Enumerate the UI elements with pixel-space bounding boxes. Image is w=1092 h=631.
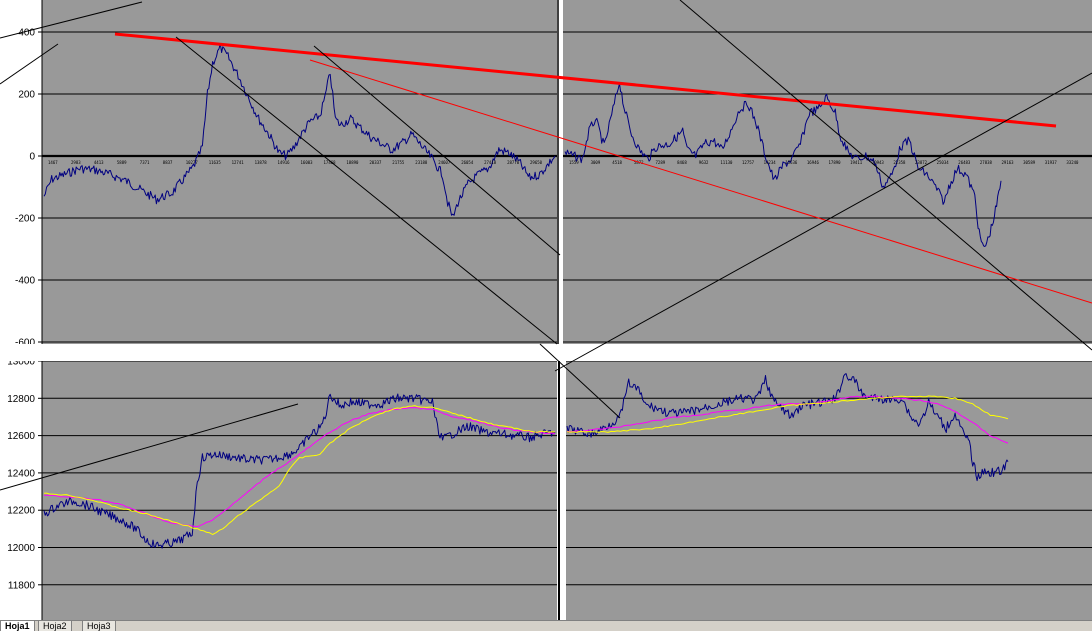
bottom-y-tick-label: 12600	[7, 431, 35, 442]
bottom-y-tick-label: 12400	[7, 468, 35, 479]
panel-gap	[0, 344, 1092, 361]
top-right-x-tick-label: 25034	[937, 160, 950, 165]
top-right-x-tick-label: 26483	[958, 160, 971, 165]
top-y-tick-label: 200	[18, 90, 35, 101]
bottom-y-tick-label: 12000	[7, 543, 35, 554]
top-right-x-tick-label: 4518	[612, 160, 622, 165]
top-y-tick-label: -400	[15, 276, 35, 287]
top-right-x-tick-label: 8468	[677, 160, 687, 165]
top-right-x-tick-label: 29163	[1002, 160, 1015, 165]
bottom-left-plot-area	[42, 361, 557, 620]
top-right-x-tick-label: 3009	[591, 160, 601, 165]
top-right-x-tick-label: 17890	[829, 160, 842, 165]
top-right-plot-area	[563, 0, 1092, 344]
sheet-tab-bar: Hoja1 Hoja2 Hoja3	[0, 620, 1092, 631]
top-right-x-tick-label: 7289	[656, 160, 666, 165]
top-right-x-tick-label: 27838	[980, 160, 993, 165]
top-right-x-tick-label: 30589	[1023, 160, 1036, 165]
top-left-x-tick-label: 26054	[461, 160, 474, 165]
top-left-x-tick-label: 10277	[186, 160, 199, 165]
top-right-x-tick-label: 33240	[1066, 160, 1079, 165]
top-right-x-tick-label: 31937	[1045, 160, 1058, 165]
top-left-x-tick-label: 18890	[346, 160, 359, 165]
top-left-x-tick-label: 4413	[94, 160, 104, 165]
top-left-x-tick-label: 7371	[140, 160, 150, 165]
top-left-x-tick-label: 29650	[530, 160, 543, 165]
top-left-x-tick-label: 20337	[369, 160, 382, 165]
top-left-x-tick-label: 2983	[71, 160, 81, 165]
top-left-x-tick-label: 13878	[255, 160, 268, 165]
top-left-x-tick-label: 23188	[415, 160, 428, 165]
top-left-x-tick-label: 12741	[232, 160, 245, 165]
top-right-x-tick-label: 23872	[915, 160, 928, 165]
chart-canvas: -600-400-2000200400118001200012200124001…	[0, 0, 1092, 620]
top-left-x-tick-label: 27418	[484, 160, 497, 165]
top-y-tick-label: 0	[29, 152, 35, 163]
top-left-x-tick-label: 1467	[48, 160, 58, 165]
top-left-x-tick-label: 11635	[209, 160, 222, 165]
bottom-y-tick-label: 11800	[8, 580, 36, 591]
top-right-x-tick-label: 11130	[720, 160, 733, 165]
top-right-x-tick-label: 1559	[569, 160, 579, 165]
top-left-x-tick-label: 14916	[278, 160, 291, 165]
top-left-x-tick-label: 16003	[301, 160, 314, 165]
top-right-x-tick-label: 9632	[699, 160, 709, 165]
top-y-tick-label: -200	[15, 214, 35, 225]
bottom-y-tick-label: 12200	[7, 506, 35, 517]
bottom-y-tick-label: 12800	[7, 394, 35, 405]
top-right-x-tick-label: 14234	[764, 160, 777, 165]
top-left-x-tick-label: 8837	[163, 160, 173, 165]
top-left-x-tick-label: 5889	[117, 160, 127, 165]
top-right-x-tick-label: 19411	[850, 160, 863, 165]
top-right-x-tick-label: 22358	[893, 160, 906, 165]
top-left-x-tick-label: 21755	[392, 160, 405, 165]
top-right-x-tick-label: 15536	[785, 160, 798, 165]
top-right-x-tick-label: 12757	[742, 160, 755, 165]
top-right-x-tick-label: 16946	[807, 160, 820, 165]
top-left-x-tick-label: 28770	[507, 160, 520, 165]
